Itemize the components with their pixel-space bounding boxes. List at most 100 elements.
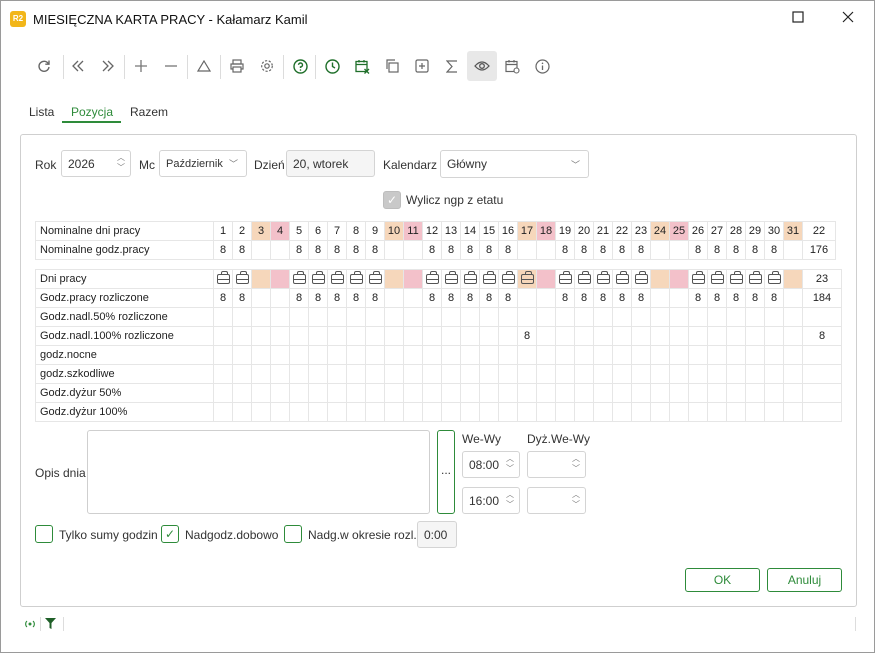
grid-cell[interactable] (289, 307, 309, 327)
grid-cell[interactable] (536, 288, 556, 308)
help-icon[interactable] (285, 51, 315, 81)
ok-button[interactable]: OK (685, 568, 760, 592)
grid-cell[interactable] (745, 345, 765, 365)
grid-cell[interactable]: 8 (289, 288, 309, 308)
tab-pozycja[interactable]: Pozycja (71, 105, 113, 119)
grid-cell[interactable] (593, 364, 613, 384)
day-work-cell[interactable] (612, 269, 632, 289)
grid-cell[interactable] (764, 383, 784, 403)
grid-cell[interactable] (669, 402, 689, 422)
grid-cell[interactable] (232, 326, 252, 346)
grid-cell[interactable] (441, 364, 461, 384)
grid-cell[interactable] (783, 402, 803, 422)
grid-cell[interactable] (593, 402, 613, 422)
grid-cell[interactable] (422, 326, 442, 346)
grid-cell[interactable] (669, 345, 689, 365)
grid-cell[interactable]: 8 (688, 288, 708, 308)
grid-cell[interactable] (650, 288, 670, 308)
grid-cell[interactable] (308, 383, 328, 403)
grid-cell[interactable] (745, 307, 765, 327)
grid-cell[interactable] (517, 402, 537, 422)
grid-cell[interactable] (536, 307, 556, 327)
kalendarz-select[interactable]: Główny ﹀ (440, 150, 589, 178)
grid-cell[interactable] (384, 345, 404, 365)
add-box-icon[interactable] (407, 51, 437, 81)
grid-cell[interactable] (308, 307, 328, 327)
grid-cell[interactable] (764, 307, 784, 327)
grid-cell[interactable] (460, 364, 480, 384)
grid-cell[interactable] (403, 364, 423, 384)
grid-cell[interactable] (289, 326, 309, 346)
grid-cell[interactable] (251, 326, 271, 346)
grid-cell[interactable] (574, 345, 594, 365)
grid-cell[interactable] (498, 402, 518, 422)
day-work-cell[interactable] (745, 269, 765, 289)
day-work-cell[interactable] (631, 269, 651, 289)
grid-cell[interactable] (327, 383, 347, 403)
grid-cell[interactable] (213, 402, 233, 422)
day-work-cell[interactable] (422, 269, 442, 289)
grid-cell[interactable] (232, 345, 252, 365)
grid-cell[interactable] (403, 307, 423, 327)
maximize-button[interactable] (784, 7, 812, 31)
grid-cell[interactable]: 8 (365, 288, 385, 308)
grid-cell[interactable] (251, 307, 271, 327)
grid-cell[interactable] (593, 383, 613, 403)
grid-cell[interactable] (479, 307, 499, 327)
grid-cell[interactable] (232, 364, 252, 384)
day-work-cell[interactable] (384, 269, 404, 289)
day-work-cell[interactable] (593, 269, 613, 289)
grid-cell[interactable] (270, 402, 290, 422)
grid-cell[interactable] (213, 326, 233, 346)
grid-cell[interactable] (422, 402, 442, 422)
grid-cell[interactable] (365, 383, 385, 403)
grid-cell[interactable] (327, 364, 347, 384)
grid-cell[interactable] (517, 345, 537, 365)
grid-cell[interactable] (308, 364, 328, 384)
grid-cell[interactable] (688, 364, 708, 384)
grid-cell[interactable] (783, 364, 803, 384)
grid-cell[interactable] (726, 326, 746, 346)
grid-cell[interactable] (498, 364, 518, 384)
grid-cell[interactable] (764, 345, 784, 365)
grid-cell[interactable] (479, 402, 499, 422)
grid-cell[interactable] (631, 307, 651, 327)
grid-cell[interactable] (270, 288, 290, 308)
grid-cell[interactable] (688, 383, 708, 403)
grid-cell[interactable] (441, 383, 461, 403)
grid-cell[interactable] (707, 345, 727, 365)
grid-cell[interactable] (726, 345, 746, 365)
grid-cell[interactable] (403, 383, 423, 403)
grid-cell[interactable] (327, 326, 347, 346)
grid-cell[interactable]: 8 (498, 288, 518, 308)
grid-cell[interactable] (460, 383, 480, 403)
day-work-cell[interactable] (707, 269, 727, 289)
grid-cell[interactable] (669, 326, 689, 346)
grid-cell[interactable] (498, 307, 518, 327)
grid-cell[interactable] (783, 326, 803, 346)
grid-cell[interactable] (536, 326, 556, 346)
grid-cell[interactable] (764, 402, 784, 422)
grid-cell[interactable] (422, 383, 442, 403)
grid-cell[interactable] (764, 364, 784, 384)
grid-cell[interactable] (479, 326, 499, 346)
grid-cell[interactable] (403, 288, 423, 308)
day-work-cell[interactable] (669, 269, 689, 289)
grid-cell[interactable] (650, 402, 670, 422)
grid-cell[interactable] (403, 402, 423, 422)
grid-cell[interactable] (384, 307, 404, 327)
grid-cell[interactable]: 8 (422, 288, 442, 308)
grid-cell[interactable] (783, 307, 803, 327)
grid-cell[interactable] (460, 402, 480, 422)
grid-cell[interactable] (612, 383, 632, 403)
grid-cell[interactable] (403, 345, 423, 365)
we-time-spinner-icon[interactable]: ︿ ﹀ (505, 454, 515, 476)
grid-cell[interactable] (631, 383, 651, 403)
day-work-cell[interactable] (213, 269, 233, 289)
grid-cell[interactable] (251, 364, 271, 384)
anuluj-button[interactable]: Anuluj (767, 568, 842, 592)
grid-cell[interactable] (555, 307, 575, 327)
grid-cell[interactable]: 8 (593, 288, 613, 308)
grid-cell[interactable] (574, 364, 594, 384)
grid-cell[interactable] (251, 383, 271, 403)
